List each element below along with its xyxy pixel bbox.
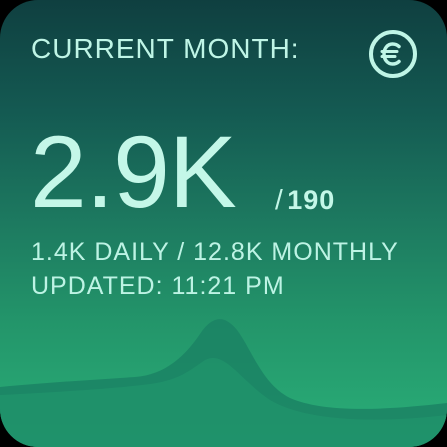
suffix-separator: /: [275, 184, 283, 215]
euro-coin-icon[interactable]: [368, 29, 418, 79]
big-value-row: 2.9K / 190: [30, 121, 334, 223]
stats-line: 1.4K DAILY / 12.8K MONTHLY: [31, 238, 399, 266]
big-value: 2.9K: [30, 115, 237, 229]
suffix-value: 190: [287, 185, 336, 215]
updated-line: UPDATED: 11:21 PM: [31, 272, 285, 300]
usage-widget[interactable]: CURRENT MONTH: 2.9K / 190 1.4K DAILY / 1…: [0, 0, 447, 447]
big-value-suffix: / 190: [275, 184, 335, 216]
widget-title: CURRENT MONTH:: [31, 33, 300, 64]
